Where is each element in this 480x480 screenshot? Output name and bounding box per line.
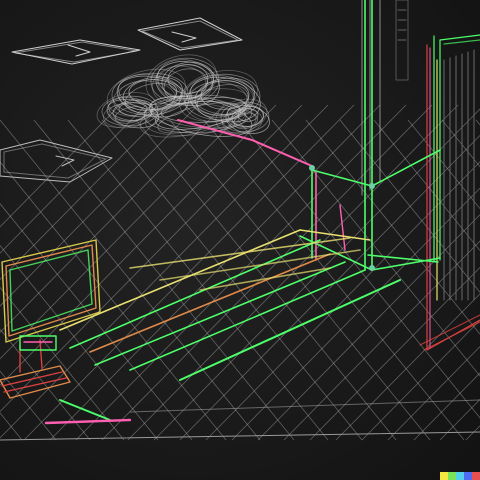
watermark-swatch [456, 472, 464, 480]
connector-pink [177, 119, 346, 261]
floating-panel-top-center [137, 17, 243, 51]
grid-line [67, 119, 329, 441]
grid-line [0, 104, 173, 281]
wireframe-illustration [0, 0, 480, 480]
perspective-floor-grid [0, 104, 480, 441]
grid-line [0, 104, 225, 333]
grid-line [127, 104, 459, 441]
grid-line [101, 119, 363, 441]
grid-line [0, 244, 159, 441]
grid-line [203, 119, 465, 441]
grid-line [305, 119, 480, 335]
grid-line [413, 372, 480, 441]
node-dot [309, 165, 315, 171]
watermark-swatch [472, 472, 480, 480]
watermark-swatch [448, 472, 456, 480]
floating-panel-left [0, 139, 113, 183]
grid-line [205, 161, 480, 441]
watermark-swatch [464, 472, 472, 480]
grid-line [75, 104, 407, 441]
node-dot [369, 183, 375, 189]
grid-line [309, 266, 480, 441]
watermark-swatch [440, 472, 448, 480]
floating-panel-top-left [11, 39, 141, 65]
node-dot [369, 265, 375, 271]
color-bar-watermark [440, 472, 480, 480]
grid-line [475, 119, 480, 126]
wireframe-canvas [0, 0, 480, 441]
server-tower [361, 0, 480, 351]
